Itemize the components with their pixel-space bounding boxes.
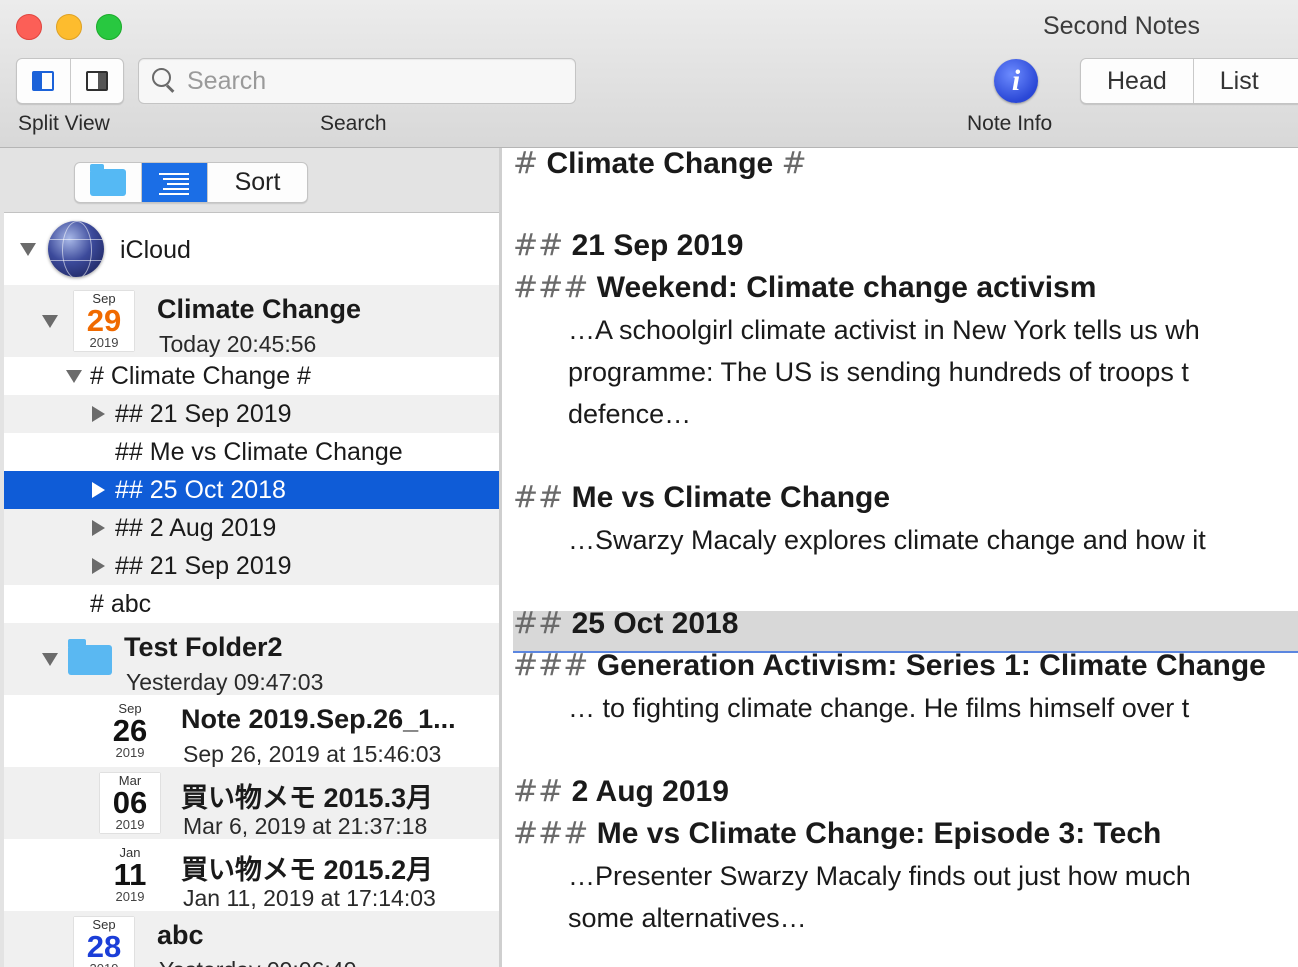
note-modified-date: Today 20:45:56 bbox=[159, 331, 317, 357]
outline-heading: # Climate Change # bbox=[90, 362, 311, 390]
editor-heading-2: ## 21 Sep 2019 bbox=[513, 228, 744, 263]
tree-row-note[interactable]: Sep 29 2019 Climate Change Today 20:45:5… bbox=[4, 285, 499, 357]
outline-view-button[interactable] bbox=[141, 163, 207, 202]
outline-row[interactable]: ## 21 Sep 2019 bbox=[4, 395, 499, 433]
note-info-label: Note Info bbox=[967, 112, 1053, 135]
account-label: iCloud bbox=[120, 236, 191, 264]
editor-paragraph-line: …Presenter Swarzy Macaly finds out just … bbox=[568, 861, 1191, 891]
editor-paragraph-line: programme: The US is sending hundreds of… bbox=[568, 357, 1189, 387]
split-view-label: Split View bbox=[18, 112, 110, 135]
editor-heading-3: ### Me vs Climate Change: Episode 3: Tec… bbox=[513, 816, 1162, 851]
outline-row[interactable]: # Climate Change # bbox=[4, 357, 499, 395]
folder-modified-date: Yesterday 09:47:03 bbox=[126, 669, 324, 695]
sidebar-mode-control: Sort bbox=[74, 162, 308, 203]
split-view-left-button[interactable] bbox=[17, 59, 70, 103]
outline-row[interactable]: ## 21 Sep 2019 bbox=[4, 547, 499, 585]
search-field[interactable] bbox=[138, 58, 576, 104]
tree-row-note[interactable]: Jan 11 2019 買い物メモ 2015.2月 Jan 11, 2019 a… bbox=[4, 839, 499, 912]
editor-heading-3: ### Weekend: Climate change activism bbox=[513, 270, 1097, 305]
head-view-button[interactable]: Head bbox=[1081, 59, 1193, 103]
outline-row[interactable]: ## Me vs Climate Change bbox=[4, 433, 499, 471]
note-modified-date: Jan 11, 2019 at 17:14:03 bbox=[183, 885, 436, 911]
disclosure-collapsed-icon[interactable] bbox=[92, 482, 105, 498]
search-label: Search bbox=[320, 112, 387, 135]
outline-row[interactable]: ## 2 Aug 2019 bbox=[4, 509, 499, 547]
window-title: Second Notes bbox=[1042, 12, 1200, 40]
outline-row[interactable]: # abc bbox=[4, 585, 499, 623]
folder-view-button[interactable] bbox=[75, 163, 141, 202]
sort-button[interactable]: Sort bbox=[207, 163, 307, 202]
split-view-right-button[interactable] bbox=[69, 59, 123, 103]
editor-paragraph-line: some alternatives… bbox=[568, 903, 807, 933]
note-title: abc bbox=[157, 920, 204, 950]
editor-paragraph-line: defence… bbox=[568, 399, 692, 429]
note-modified-date: Yesterday 09:06:40 bbox=[159, 957, 356, 967]
note-title: 買い物メモ 2015.2月 bbox=[181, 855, 434, 885]
disclosure-expanded-icon[interactable] bbox=[20, 243, 36, 256]
note-tree[interactable]: iCloud Sep 29 2019 Climate Change Today … bbox=[4, 212, 499, 967]
calendar-icon: Sep 28 2019 bbox=[74, 917, 134, 967]
sidebar: Sort iCloud Sep 29 2019 Climate Change T… bbox=[0, 148, 502, 967]
editor-heading-3: ### Generation Activism: Series 1: Clima… bbox=[513, 648, 1266, 683]
editor-heading-1: # Climate Change # bbox=[513, 148, 807, 181]
disclosure-collapsed-icon[interactable] bbox=[92, 520, 105, 536]
note-title: Climate Change bbox=[157, 294, 362, 324]
close-window-button[interactable] bbox=[16, 14, 42, 40]
outline-heading: ## 25 Oct 2018 bbox=[115, 476, 286, 504]
note-modified-date: Mar 6, 2019 at 21:37:18 bbox=[183, 813, 428, 839]
outline-heading: ## 2 Aug 2019 bbox=[115, 514, 277, 542]
tree-row-note[interactable]: Sep 28 2019 abc Yesterday 09:06:40 bbox=[4, 911, 499, 967]
editor-heading-2: ## Me vs Climate Change bbox=[513, 480, 891, 515]
info-icon: i bbox=[1011, 64, 1021, 97]
outline-row-selected[interactable]: ## 25 Oct 2018 bbox=[4, 471, 499, 509]
disclosure-expanded-icon[interactable] bbox=[66, 370, 82, 383]
folder-icon bbox=[68, 639, 112, 675]
tree-row-note[interactable]: Sep 26 2019 Note 2019.Sep.26_1... Sep 26… bbox=[4, 695, 499, 768]
list-icon bbox=[158, 171, 191, 195]
calendar-icon: Sep 26 2019 bbox=[112, 701, 148, 760]
note-title: 買い物メモ 2015.3月 bbox=[181, 783, 434, 813]
icloud-globe-icon bbox=[48, 221, 104, 277]
editor-heading-2-selected: ## 25 Oct 2018 bbox=[513, 606, 739, 641]
editor-paragraph-line: …Swarzy Macaly explores climate change a… bbox=[568, 525, 1206, 555]
editor-heading-2: ## 2 Aug 2019 bbox=[513, 774, 729, 809]
note-modified-date: Sep 26, 2019 at 15:46:03 bbox=[183, 741, 442, 767]
search-icon bbox=[149, 65, 181, 97]
search-input[interactable] bbox=[187, 66, 567, 96]
calendar-icon: Mar 06 2019 bbox=[100, 773, 160, 833]
tree-row-note[interactable]: Mar 06 2019 買い物メモ 2015.3月 Mar 6, 2019 at… bbox=[4, 767, 499, 839]
tree-row-folder[interactable]: Test Folder2 Yesterday 09:47:03 bbox=[4, 623, 499, 695]
outline-heading: ## 21 Sep 2019 bbox=[115, 552, 292, 580]
disclosure-expanded-icon[interactable] bbox=[42, 653, 58, 666]
sidebar-left-icon bbox=[32, 71, 55, 91]
folder-icon bbox=[90, 164, 126, 196]
outline-heading: # abc bbox=[90, 590, 152, 618]
window-toolbar: Second Notes Split View Search i Note In… bbox=[0, 0, 1298, 148]
split-view-control bbox=[16, 58, 124, 104]
calendar-icon: Sep 29 2019 bbox=[74, 291, 134, 351]
note-title: Note 2019.Sep.26_1... bbox=[181, 704, 456, 734]
zoom-window-button[interactable] bbox=[96, 14, 122, 40]
editor-paragraph-line: …A schoolgirl climate activist in New Yo… bbox=[568, 315, 1200, 345]
tree-row-icloud[interactable]: iCloud bbox=[4, 213, 499, 285]
disclosure-collapsed-icon[interactable] bbox=[92, 406, 105, 422]
editor-paragraph-line: … to fighting climate change. He films h… bbox=[568, 693, 1190, 723]
list-view-button[interactable]: List bbox=[1192, 59, 1285, 103]
outline-heading: ## Me vs Climate Change bbox=[115, 438, 403, 466]
note-info-button[interactable]: i bbox=[994, 59, 1038, 103]
disclosure-expanded-icon[interactable] bbox=[42, 315, 58, 328]
note-editor[interactable]: # Climate Change # ## 21 Sep 2019 ### We… bbox=[503, 148, 1298, 967]
view-mode-control: Head List bbox=[1080, 58, 1298, 104]
outline-heading: ## 21 Sep 2019 bbox=[115, 400, 292, 428]
sidebar-right-icon bbox=[85, 71, 108, 91]
minimize-window-button[interactable] bbox=[56, 14, 82, 40]
disclosure-collapsed-icon[interactable] bbox=[92, 558, 105, 574]
calendar-icon: Jan 11 2019 bbox=[113, 845, 147, 904]
folder-title: Test Folder2 bbox=[124, 632, 283, 662]
